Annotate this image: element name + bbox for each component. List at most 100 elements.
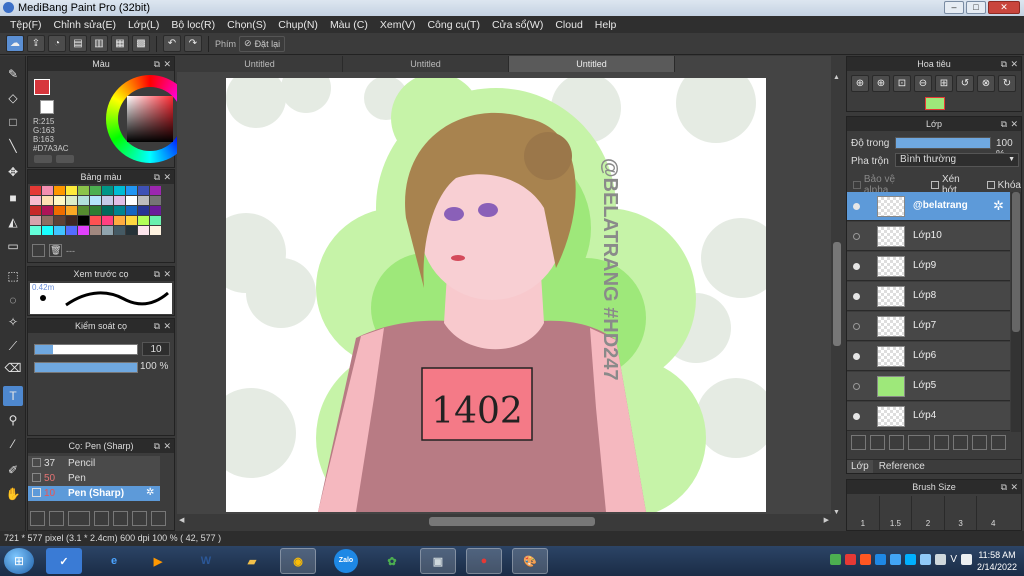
zoom-out-icon[interactable]: ⊖ (914, 75, 932, 92)
color-swatch[interactable] (90, 216, 101, 225)
layer-list-scrollbar[interactable] (1011, 192, 1021, 432)
network-icon[interactable] (920, 554, 932, 565)
layer-row[interactable]: Lớp10 (847, 222, 1010, 251)
close-icon[interactable]: ✕ (163, 170, 171, 184)
merge-layer-icon[interactable] (972, 435, 987, 450)
gear-icon[interactable]: ✲ (146, 487, 154, 498)
menu-layer[interactable]: Lớp(L) (122, 19, 165, 31)
maximize-button[interactable]: □ (966, 1, 986, 14)
language-indicator[interactable]: V (950, 554, 957, 565)
menu-help[interactable]: Help (589, 19, 623, 31)
vertical-scrollbar[interactable]: ▲ ▼ (831, 72, 843, 518)
color-swatch[interactable] (66, 206, 77, 215)
color-swatch[interactable] (102, 226, 113, 235)
layer-opacity-slider[interactable] (895, 137, 991, 149)
undock-icon[interactable]: ⧉ (154, 439, 160, 453)
color-swatch[interactable] (138, 216, 149, 225)
grid-icon[interactable]: ▩ (132, 35, 150, 52)
folder-icon[interactable] (934, 435, 949, 450)
color-swatch[interactable] (30, 196, 41, 205)
doc-tab[interactable]: Untitled (177, 56, 343, 72)
add-brush-icon[interactable] (30, 511, 45, 526)
color-swatch[interactable] (30, 206, 41, 215)
upload-icon[interactable]: ⇪ (27, 35, 45, 52)
color-swatch[interactable] (54, 206, 65, 215)
color-swatch[interactable] (114, 206, 125, 215)
undock-icon[interactable]: ⧉ (1001, 480, 1007, 494)
color-swatch[interactable] (78, 206, 89, 215)
word-icon[interactable]: W (188, 548, 224, 574)
tray-app-icon[interactable] (830, 554, 842, 565)
hand-tool-icon[interactable]: ✋ (3, 484, 23, 504)
undock-icon[interactable]: ⧉ (1001, 57, 1007, 71)
medibang-taskbar-icon[interactable]: ● (466, 548, 502, 574)
brush-item[interactable]: 50 Pen (28, 471, 160, 486)
visibility-eye-icon[interactable] (853, 203, 860, 210)
color-swatch[interactable] (54, 216, 65, 225)
color-swatch[interactable] (114, 216, 125, 225)
color-swatch[interactable] (126, 206, 137, 215)
page-icon[interactable]: ▥ (90, 35, 108, 52)
menu-snap[interactable]: Chụp(N) (272, 19, 324, 31)
fit-icon[interactable]: ⊡ (893, 75, 911, 92)
visibility-eye-icon[interactable] (853, 293, 860, 300)
color-swatch[interactable] (42, 206, 53, 215)
media-player-icon[interactable]: ▶ (140, 548, 176, 574)
layer-menu-icon[interactable] (908, 435, 930, 450)
menu-color[interactable]: Màu (C) (324, 19, 374, 31)
trash-icon[interactable] (991, 435, 1006, 450)
visibility-eye-icon[interactable] (853, 323, 860, 330)
visibility-eye-icon[interactable] (853, 263, 860, 270)
menu-view[interactable]: Xem(V) (374, 19, 422, 31)
brush-opacity-slider[interactable] (34, 362, 138, 373)
start-button[interactable]: ⊞ (4, 548, 34, 574)
tray-app-icon[interactable] (875, 554, 887, 565)
trash-icon[interactable]: 🗑 (49, 244, 62, 257)
color-swatch[interactable] (126, 216, 137, 225)
minimize-button[interactable]: – (944, 1, 964, 14)
select-pen-tool-icon[interactable]: ⟋ (3, 336, 23, 356)
new-swatch-icon[interactable] (32, 244, 45, 257)
lock-checkbox[interactable]: Khóa (986, 180, 1021, 191)
color-swatch[interactable] (150, 206, 161, 215)
select-tool-icon[interactable]: ⬚ (3, 266, 23, 286)
color-swatch[interactable] (78, 226, 89, 235)
navigator-thumbnail[interactable] (925, 97, 945, 110)
vertical-scroll-thumb[interactable] (833, 242, 841, 346)
color-swatch[interactable] (90, 226, 101, 235)
undock-icon[interactable]: ⧉ (154, 267, 160, 281)
color-swatch[interactable] (42, 196, 53, 205)
color-swatch[interactable] (54, 196, 65, 205)
color-swatch[interactable] (138, 206, 149, 215)
pages-icon[interactable]: ▦ (111, 35, 129, 52)
zoom-in-alt-icon[interactable]: ⊕ (872, 75, 890, 92)
layer-row[interactable]: Lớp4 (847, 402, 1010, 431)
reset-rotation-icon[interactable]: ⊗ (977, 75, 995, 92)
color-swatch[interactable] (54, 186, 65, 195)
brush-size-preset[interactable]: 1.5 (880, 496, 913, 530)
close-icon[interactable]: ✕ (1010, 57, 1018, 71)
paint-icon[interactable]: 🎨 (512, 548, 548, 574)
layer-row[interactable]: Lớp5 (847, 372, 1010, 401)
color-swatch[interactable] (42, 186, 53, 195)
visibility-eye-icon[interactable] (853, 413, 860, 420)
menu-filter[interactable]: Bộ lọc(R) (165, 19, 221, 31)
color-swatch[interactable] (126, 196, 137, 205)
rectangle-tool-icon[interactable]: □ (3, 112, 23, 132)
color-swatch[interactable] (126, 186, 137, 195)
layer-row-selected[interactable]: @belatrang ✲ (847, 192, 1010, 221)
color-swatch[interactable] (78, 186, 89, 195)
redo-icon[interactable]: ↷ (184, 35, 202, 52)
color-swatch[interactable] (114, 226, 125, 235)
color-swatch[interactable] (102, 186, 113, 195)
internet-explorer-icon[interactable]: e (96, 548, 132, 574)
scroll-left-icon[interactable]: ◀ (179, 516, 184, 524)
undo-icon[interactable]: ↶ (163, 35, 181, 52)
color-swatch[interactable] (102, 196, 113, 205)
doc-tab[interactable]: Untitled (343, 56, 509, 72)
color-mode-button[interactable] (56, 155, 74, 163)
cloud-icon[interactable]: ☁ (6, 35, 24, 52)
bucket-tool-icon[interactable]: ◭ (3, 212, 23, 232)
menu-window[interactable]: Cửa sổ(W) (486, 19, 549, 31)
color-swatch[interactable] (30, 226, 41, 235)
